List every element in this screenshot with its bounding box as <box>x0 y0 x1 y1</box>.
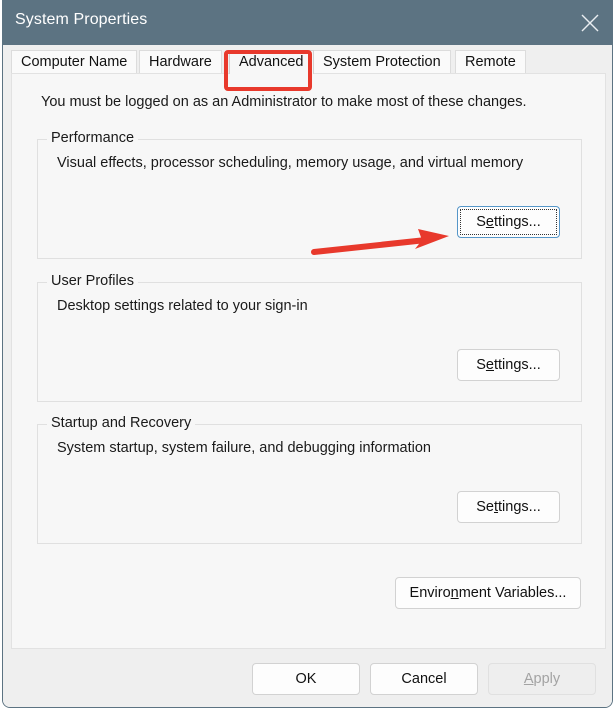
performance-group: Performance Visual effects, processor sc… <box>37 139 582 259</box>
startup-recovery-settings-label-after: tings... <box>498 499 541 515</box>
cancel-button[interactable]: Cancel <box>370 663 478 695</box>
tab-computer-name[interactable]: Computer Name <box>11 50 137 74</box>
dialog-footer: OK Cancel Apply <box>3 649 612 707</box>
apply-label-accel: A <box>524 671 534 687</box>
performance-settings-label-accel: e <box>486 214 494 230</box>
performance-settings-button[interactable]: Settings... <box>457 206 560 238</box>
tab-strip: Computer Name Hardware Advanced System P… <box>11 45 606 74</box>
startup-recovery-group-description: System startup, system failure, and debu… <box>57 440 431 456</box>
window-title: System Properties <box>15 11 147 29</box>
close-button[interactable] <box>567 0 613 45</box>
user-profiles-group-legend: User Profiles <box>47 273 138 289</box>
user-profiles-group-description: Desktop settings related to your sign-in <box>57 298 308 314</box>
environment-variables-button[interactable]: Environment Variables... <box>395 577 581 609</box>
startup-recovery-group-legend: Startup and Recovery <box>47 415 195 431</box>
administrator-note: You must be logged on as an Administrato… <box>41 94 527 110</box>
apply-button[interactable]: Apply <box>488 663 596 695</box>
tab-hardware[interactable]: Hardware <box>139 50 222 74</box>
title-bar: System Properties <box>2 0 613 45</box>
environment-variables-label-before: Enviro <box>410 585 451 601</box>
environment-variables-label-accel: n <box>451 585 459 601</box>
performance-settings-label-after: ttings... <box>494 214 541 230</box>
tab-remote[interactable]: Remote <box>455 50 526 74</box>
tab-advanced[interactable]: Advanced <box>229 50 314 74</box>
user-profiles-group: User Profiles Desktop settings related t… <box>37 282 582 402</box>
tab-system-protection[interactable]: System Protection <box>313 50 451 74</box>
environment-variables-label-after: ment Variables... <box>459 585 567 601</box>
startup-recovery-settings-label-before: Se <box>476 499 494 515</box>
startup-recovery-settings-button[interactable]: Settings... <box>457 491 560 523</box>
user-profiles-settings-label-after: ttings... <box>494 357 541 373</box>
performance-group-legend: Performance <box>47 130 138 146</box>
ok-button[interactable]: OK <box>252 663 360 695</box>
user-profiles-settings-label-before: S <box>476 357 486 373</box>
performance-settings-label-before: S <box>476 214 486 230</box>
system-properties-window: System Properties Computer Name Hardware… <box>2 0 613 708</box>
advanced-tab-panel: You must be logged on as an Administrato… <box>11 73 606 649</box>
apply-label-after: pply <box>534 671 561 687</box>
user-profiles-settings-label-accel: e <box>486 357 494 373</box>
startup-recovery-group: Startup and Recovery System startup, sys… <box>37 424 582 544</box>
performance-group-description: Visual effects, processor scheduling, me… <box>57 155 523 171</box>
user-profiles-settings-button[interactable]: Settings... <box>457 349 560 381</box>
